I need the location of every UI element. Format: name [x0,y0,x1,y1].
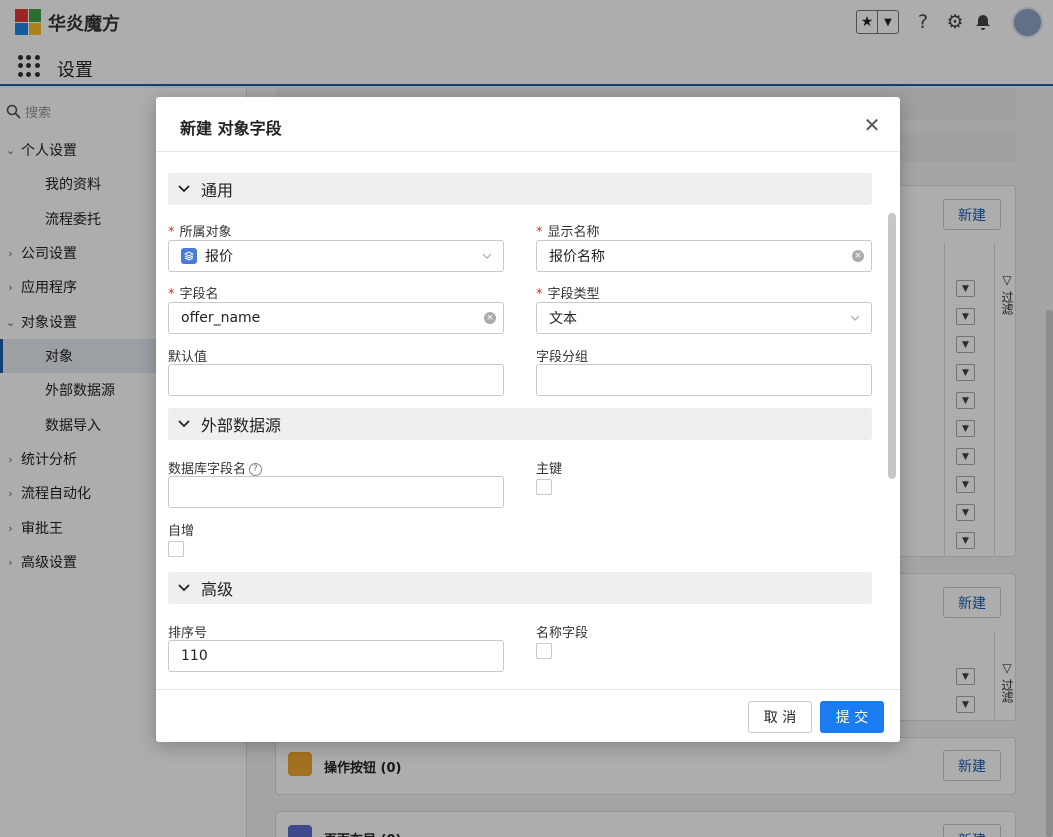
section-external-source[interactable]: 外部数据源 [168,408,872,440]
field-type-select[interactable]: 文本 [536,302,872,334]
chevron-down-icon [850,315,860,321]
sort-no-input[interactable]: 110 [168,640,504,672]
field-name-label: * 字段名 [168,287,219,302]
chevron-down-icon [178,183,190,195]
section-general[interactable]: 通用 [168,173,872,205]
clear-icon[interactable]: × [852,250,864,262]
cancel-button[interactable]: 取 消 [748,701,812,733]
field-group-label: 字段分组 [536,350,589,365]
new-field-dialog: 新建 对象字段 ✕ 通用 * 所属对象 报价 * 显示名称 报价名称 × * 字段名 … [156,97,900,742]
dialog-scrollbar[interactable] [888,213,896,479]
submit-button[interactable]: 提 交 [820,701,884,733]
default-value-input[interactable] [168,364,504,396]
db-field-name-input[interactable] [168,476,504,508]
chevron-down-icon [482,253,492,259]
auto-increment-label: 自增 [168,524,195,539]
field-type-label: * 字段类型 [536,287,600,302]
display-name-input[interactable]: 报价名称 × [536,240,872,272]
name-field-label: 名称字段 [536,626,589,641]
object-icon [181,248,197,264]
display-name-label: * 显示名称 [536,225,600,240]
chevron-down-icon [178,418,190,430]
dialog-title: 新建 对象字段 [180,119,282,138]
dialog-footer: 取 消 提 交 [156,689,900,742]
object-label: * 所属对象 [168,225,232,240]
object-select[interactable]: 报价 [168,240,504,272]
name-field-checkbox[interactable] [536,643,552,659]
db-field-name-label: 数据库字段名? [168,458,263,477]
dialog-header: 新建 对象字段 ✕ [156,97,900,152]
primary-key-checkbox[interactable] [536,479,552,495]
dialog-body[interactable]: 通用 * 所属对象 报价 * 显示名称 报价名称 × * 字段名 offer_name… [156,153,900,689]
close-icon[interactable]: ✕ [862,115,882,135]
field-group-input[interactable] [536,364,872,396]
chevron-down-icon [178,582,190,594]
default-value-label: 默认值 [168,350,208,365]
field-name-input[interactable]: offer_name × [168,302,504,334]
help-icon[interactable]: ? [249,463,263,476]
primary-key-label: 主键 [536,462,563,477]
sort-no-label: 排序号 [168,626,208,641]
clear-icon[interactable]: × [484,312,496,324]
section-advanced[interactable]: 高级 [168,572,872,604]
auto-increment-checkbox[interactable] [168,541,184,557]
